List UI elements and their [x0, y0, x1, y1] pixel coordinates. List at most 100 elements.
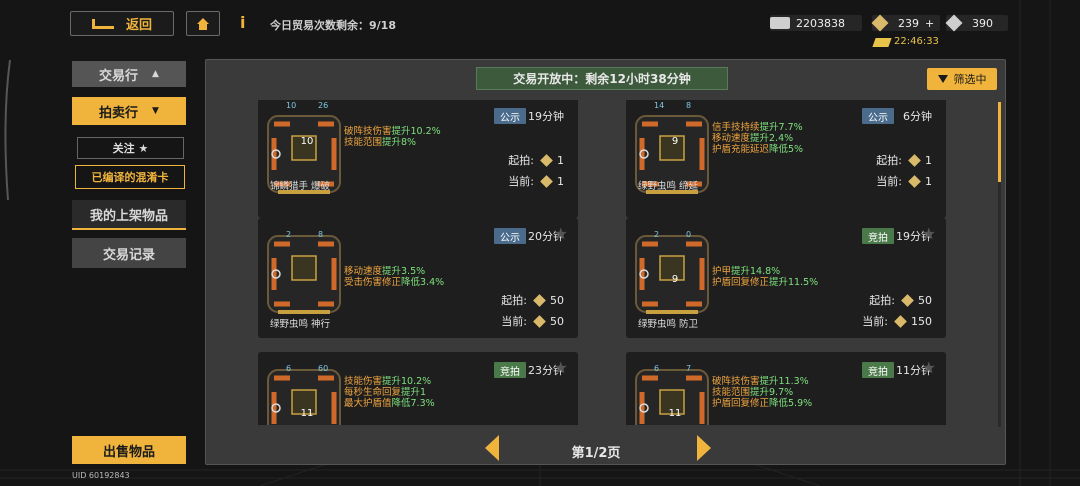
chip-top-right: 7: [686, 364, 692, 373]
status-tag: 公示: [494, 228, 526, 244]
effects-list: 破阵技伤害提升10.2% 技能范围提升8%: [344, 126, 441, 148]
favorite-star-icon[interactable]: ★: [922, 224, 936, 243]
favorite-star-icon[interactable]: ★: [554, 358, 568, 377]
favorite-star-icon[interactable]: ★: [554, 224, 568, 243]
gold-display: 239 +: [871, 14, 940, 32]
start-bid: 起拍: 50: [869, 293, 932, 308]
gold-icon: [894, 314, 907, 328]
status-banner: 交易开放中：剩余12小时38分钟: [476, 67, 728, 90]
effect-line: 技能范围提升9.7%: [712, 387, 794, 398]
uid-label: UID 60192843: [72, 471, 130, 480]
gold-icon: [533, 314, 546, 328]
chip-level: 11: [668, 408, 682, 419]
crystal-value: 390: [972, 16, 993, 30]
chevron-up-icon: ▲: [152, 69, 159, 79]
chip-top-left: 2: [654, 230, 660, 239]
effect-line: 信手技持续提升7.7%: [712, 122, 803, 133]
gold-icon: [540, 174, 553, 188]
back-icon: [91, 18, 114, 29]
info-icon[interactable]: i: [240, 13, 245, 32]
gold-icon: [901, 293, 914, 307]
current-bid: 当前: 150: [862, 314, 932, 329]
sidebar-item-history[interactable]: 交易记录: [72, 238, 186, 268]
effect-line: 护甲提升14.8%: [712, 266, 781, 277]
auction-card[interactable]: 6 7 11 竞拍 11分钟 ★ 破阵技伤害提升11.3% 技能范围提升9.7% 护…: [626, 352, 946, 425]
chip-top-left: 14: [654, 101, 665, 110]
chip-top-right: 8: [686, 101, 692, 110]
chip-top-left: 6: [654, 364, 660, 373]
chip-top-right: 0: [686, 230, 692, 239]
gold-icon: [540, 153, 553, 167]
effect-line: 技能伤害提升10.2%: [344, 376, 432, 387]
coins-icon: [770, 17, 790, 29]
time-remaining: 6分钟: [903, 110, 932, 123]
effect-line: 每秒生命回复提升1: [344, 387, 427, 398]
filter-icon: [937, 75, 948, 83]
chip-top-left: 10: [286, 101, 297, 110]
chip-top-left: 6: [286, 364, 292, 373]
effect-line: 护盾回复修正提升11.5%: [712, 277, 819, 288]
auction-card[interactable]: 14 8 9 公示 6分钟 ★ 信手技持续提升7.7%移动速度提升2.4%护盾充…: [626, 100, 946, 218]
chip-level: 10: [300, 136, 314, 147]
start-bid: 起拍: 1: [508, 153, 564, 168]
effect-line: 最大护盾值降低7.3%: [344, 398, 435, 409]
item-name: 绿野虫鸣 神行: [270, 319, 331, 330]
scrollbar-thumb[interactable]: [998, 102, 1001, 182]
gold-value: 239: [898, 16, 919, 30]
start-bid: 起拍: 50: [501, 293, 564, 308]
filter-button[interactable]: 筛选中: [927, 68, 997, 90]
effects-list: 破阵技伤害提升11.3% 技能范围提升9.7% 护盾回复修正降低5.9%: [712, 376, 812, 409]
effect-line: 移动速度提升3.5%: [344, 266, 426, 277]
gold-icon: [871, 14, 889, 32]
chip-top-right: 26: [318, 101, 329, 110]
chip-top-right: 8: [318, 230, 324, 239]
sidebar-item-compiled-cards[interactable]: 已编译的混淆卡: [75, 165, 185, 189]
chevron-down-icon: ▼: [152, 106, 159, 116]
sidebar-item-my-listings[interactable]: 我的上架物品: [72, 200, 186, 230]
home-icon: [197, 17, 209, 30]
auction-card[interactable]: 2 0 9 竞拍 19分钟 ★ 护甲提升14.8% 护盾回复修正提升11.5% 起…: [626, 218, 946, 338]
status-tag: 竞拍: [862, 362, 894, 378]
effect-line: 破阵技伤害提升10.2%: [344, 126, 441, 137]
effect-line: 护盾充能延迟降低5%: [712, 144, 804, 155]
current-bid: 当前: 1: [876, 174, 932, 189]
cards-viewport: 10 26 10 公示 19分钟 ★ 破阵技伤害提升10.2%技能范围提升8% …: [206, 100, 996, 425]
chip-top-right: 60: [318, 364, 329, 373]
trade-count: 今日贸易次数剩余：9/18: [270, 19, 396, 32]
next-page-button[interactable]: [697, 435, 711, 461]
item-name: 绿野虫鸣 防卫: [638, 319, 699, 330]
gold-plus-button[interactable]: +: [925, 17, 934, 30]
start-bid: 起拍: 1: [876, 153, 932, 168]
prev-page-button[interactable]: [485, 435, 499, 461]
effect-line: 护盾回复修正降低5.9%: [712, 398, 813, 409]
gold-icon: [908, 174, 921, 188]
item-name: 锦鳞猎手 爆破: [270, 181, 331, 192]
effects-list: 技能伤害提升10.2% 每秒生命回复提升1 最大护盾值降低7.3%: [344, 376, 435, 409]
chip-card-icon: [267, 235, 341, 314]
sidebar-item-trade[interactable]: 交易行 ▲: [72, 61, 186, 87]
chip-level: 9: [671, 136, 679, 147]
favorite-star-icon[interactable]: ★: [922, 358, 936, 377]
effect-line: 移动速度提升2.4%: [712, 133, 794, 144]
item-name: 绿野虫鸣 缔延: [638, 181, 699, 192]
chip-level: 11: [300, 408, 314, 419]
sell-button[interactable]: 出售物品: [72, 436, 186, 464]
crystal-display: 390: [945, 14, 1008, 32]
gold-icon: [533, 293, 546, 307]
effect-line: 技能范围提升8%: [344, 137, 417, 148]
back-button[interactable]: 返回: [70, 11, 174, 36]
home-button[interactable]: [186, 11, 220, 36]
effects-list: 护甲提升14.8% 护盾回复修正提升11.5%: [712, 266, 818, 288]
sidebar-item-auction[interactable]: 拍卖行 ▼: [72, 97, 186, 125]
status-tag: 公示: [494, 108, 526, 124]
chip-top-left: 2: [286, 230, 292, 239]
auction-card[interactable]: 10 26 10 公示 19分钟 ★ 破阵技伤害提升10.2%技能范围提升8% …: [258, 100, 578, 218]
auction-card[interactable]: 6 60 11 竞拍 23分钟 ★ 技能伤害提升10.2% 每秒生命回复提升1 最大…: [258, 352, 578, 425]
sidebar-item-follow[interactable]: 关注 ★: [77, 137, 184, 159]
auction-card[interactable]: 2 8 公示 20分钟 ★ 移动速度提升3.5% 受击伤害修正降低3.4% 起拍:…: [258, 218, 578, 338]
timer: 22:46:33: [894, 36, 939, 47]
current-bid: 当前: 1: [508, 174, 564, 189]
effects-list: 信手技持续提升7.7% 移动速度提升2.4% 护盾充能延迟降低5%: [712, 122, 803, 155]
page-indicator: 第1/2页: [571, 446, 621, 461]
chip-level: 9: [671, 274, 679, 285]
